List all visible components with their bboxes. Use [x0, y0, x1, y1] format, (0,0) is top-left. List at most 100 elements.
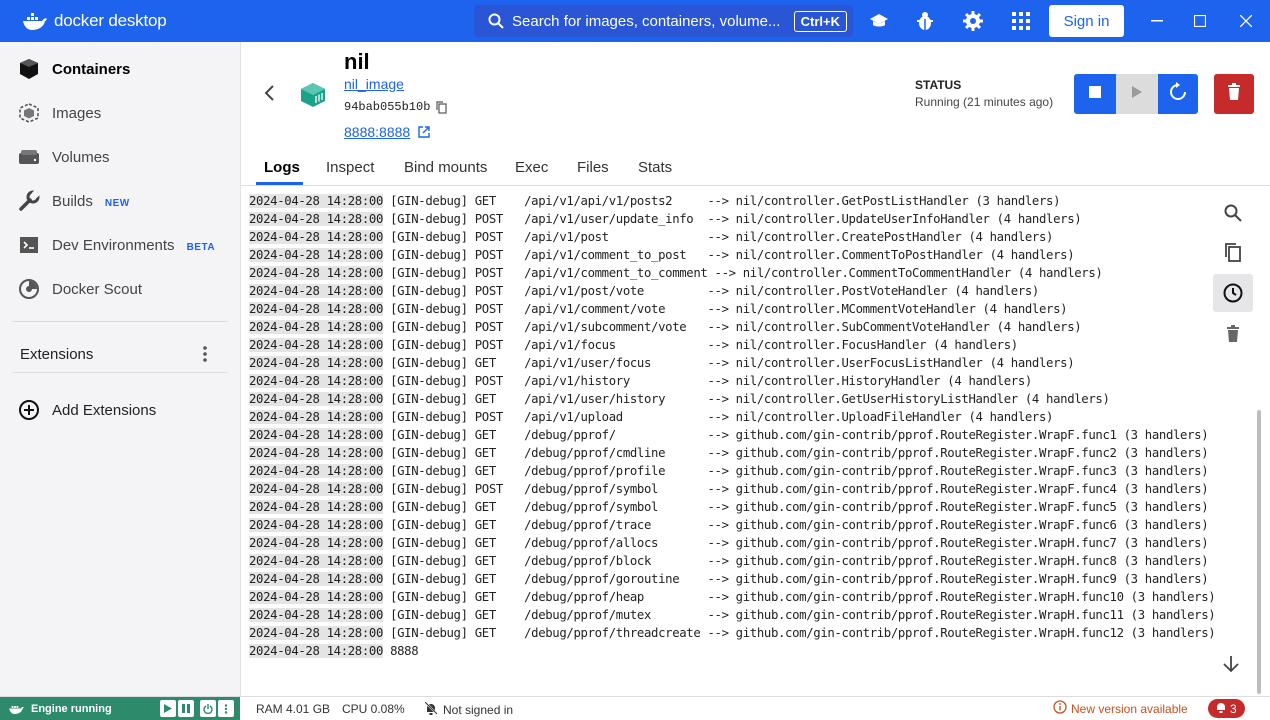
log-timestamp: 2024-04-28 14:28:00	[249, 536, 384, 550]
log-line: 2024-04-28 14:28:00 [GIN-debug] GET /api…	[249, 356, 1075, 374]
external-link-icon[interactable]	[418, 125, 430, 143]
sidebar-item-images[interactable]: Images	[0, 93, 240, 133]
engine-pause-icon[interactable]	[178, 700, 194, 717]
log-message: [GIN-debug] POST /api/v1/focus --> nil/c…	[383, 338, 1018, 352]
log-message: [GIN-debug] GET /debug/pprof/trace --> g…	[383, 518, 1209, 532]
docker-desktop-window: docker desktop Search for images, contai…	[0, 0, 1270, 720]
tab-files[interactable]: Files	[577, 159, 609, 176]
sidebar-item-docker-scout[interactable]: Docker Scout	[0, 269, 240, 309]
status-value: Running (21 minutes ago)	[915, 95, 1054, 109]
dev-environments-icon	[17, 233, 41, 257]
log-message: [GIN-debug] GET /debug/pprof/mutex --> g…	[383, 608, 1216, 622]
log-timestamp: 2024-04-28 14:28:00	[249, 230, 384, 244]
new-version-link[interactable]: New version available	[1053, 700, 1188, 717]
extensions-more-icon[interactable]	[203, 346, 207, 367]
log-line: 2024-04-28 14:28:00 [GIN-debug] POST /ap…	[249, 266, 1103, 284]
beta-badge: BETA	[186, 241, 216, 253]
start-button[interactable]	[1116, 74, 1158, 114]
clear-logs-trash-icon[interactable]	[1213, 314, 1253, 352]
log-timestamp: 2024-04-28 14:28:00	[249, 572, 384, 586]
close-icon[interactable]	[1234, 9, 1258, 33]
cpu-usage: CPU 0.08%	[342, 702, 405, 716]
sidebar-item-label: Builds NEW	[52, 193, 130, 210]
log-message: [GIN-debug] GET /debug/pprof/threadcreat…	[383, 626, 1216, 640]
tab-exec[interactable]: Exec	[515, 159, 548, 176]
container-image-link[interactable]: nil_image	[344, 76, 404, 92]
minimize-icon[interactable]	[1145, 9, 1169, 33]
copy-logs-icon[interactable]	[1213, 234, 1253, 272]
log-timestamp: 2024-04-28 14:28:00	[249, 320, 384, 334]
search-logs-icon[interactable]	[1213, 194, 1253, 232]
delete-button[interactable]	[1214, 74, 1254, 114]
log-timestamp: 2024-04-28 14:28:00	[249, 446, 384, 460]
tab-stats[interactable]: Stats	[638, 159, 672, 176]
sidebar-item-dev-environments[interactable]: Dev Environments BETA	[0, 225, 240, 265]
log-scrollbar[interactable]	[1257, 410, 1261, 694]
log-timestamp: 2024-04-28 14:28:00	[249, 284, 384, 298]
settings-gear-icon[interactable]	[961, 9, 985, 33]
back-chevron-icon[interactable]	[263, 84, 275, 107]
search-placeholder: Search for images, containers, volume...	[512, 12, 781, 30]
timestamps-clock-icon[interactable]	[1213, 274, 1253, 312]
add-circle-icon	[17, 398, 41, 422]
add-extensions-button[interactable]: Add Extensions	[0, 390, 240, 430]
log-line: 2024-04-28 14:28:00 [GIN-debug] POST /ap…	[249, 284, 1039, 302]
log-line: 2024-04-28 14:28:00 [GIN-debug] GET /deb…	[249, 536, 1209, 554]
maximize-icon[interactable]	[1188, 9, 1212, 33]
log-message: [GIN-debug] POST /api/v1/comment/vote --…	[383, 302, 1068, 316]
notification-count: 3	[1230, 701, 1237, 716]
log-timestamp: 2024-04-28 14:28:00	[249, 410, 384, 424]
restart-icon	[1168, 81, 1188, 107]
log-line: 2024-04-28 14:28:00 [GIN-debug] POST /ap…	[249, 212, 1082, 230]
troubleshoot-icon[interactable]	[913, 9, 937, 33]
extensions-title: Extensions	[20, 346, 94, 363]
copy-icon[interactable]	[436, 101, 447, 119]
sign-in-button[interactable]: Sign in	[1049, 5, 1124, 37]
log-line: 2024-04-28 14:28:00 [GIN-debug] POST /ap…	[249, 374, 1032, 392]
stop-button[interactable]	[1074, 74, 1116, 114]
sidebar-item-containers[interactable]: Containers	[0, 49, 240, 89]
sidebar-item-volumes[interactable]: Volumes	[0, 137, 240, 177]
log-line: 2024-04-28 14:28:00 [GIN-debug] GET /deb…	[249, 554, 1209, 572]
log-message: [GIN-debug] GET /debug/pprof/profile -->…	[383, 464, 1209, 478]
log-message: [GIN-debug] GET /debug/pprof/ --> github…	[383, 428, 1209, 442]
status-label: STATUS	[915, 78, 962, 92]
log-line: 2024-04-28 14:28:00 [GIN-debug] GET /deb…	[249, 428, 1209, 446]
tab-inspect[interactable]: Inspect	[326, 159, 374, 176]
engine-more-icon[interactable]	[218, 700, 234, 717]
engine-play-icon[interactable]	[160, 700, 176, 717]
log-timestamp: 2024-04-28 14:28:00	[249, 392, 384, 406]
log-line: 2024-04-28 14:28:00 [GIN-debug] GET /deb…	[249, 518, 1209, 536]
notifications-badge[interactable]: 3	[1208, 699, 1245, 718]
search-bar[interactable]: Search for images, containers, volume...…	[474, 5, 853, 37]
dev-environments-label: Dev Environments	[52, 236, 175, 254]
sidebar-item-builds[interactable]: Builds NEW	[0, 181, 240, 221]
tab-bind-mounts[interactable]: Bind mounts	[404, 159, 487, 176]
log-line: 2024-04-28 14:28:00 [GIN-debug] POST /ap…	[249, 338, 1018, 356]
container-name: nil	[344, 49, 370, 74]
builds-icon	[17, 189, 41, 213]
log-output[interactable]: 2024-04-28 14:28:00 [GIN-debug] GET /api…	[241, 186, 1257, 694]
log-message: [GIN-debug] GET /debug/pprof/cmdline -->…	[383, 446, 1209, 460]
extensions-grid-icon[interactable]	[1009, 9, 1033, 33]
learning-center-icon[interactable]	[867, 9, 891, 33]
sidebar-item-label: Docker Scout	[52, 280, 143, 298]
log-message: [GIN-debug] POST /api/v1/comment_to_comm…	[383, 266, 1103, 280]
log-message: [GIN-debug] POST /api/v1/history --> nil…	[383, 374, 1032, 388]
scroll-to-bottom-arrow-icon[interactable]	[1222, 655, 1240, 678]
new-badge: NEW	[104, 197, 130, 209]
log-message: [GIN-debug] POST /api/v1/upload --> nil/…	[383, 410, 1054, 424]
container-header: nil nil_image 94bab055b10b 8888:8888 STA…	[241, 42, 1270, 154]
log-message: [GIN-debug] GET /api/v1/user/history -->…	[383, 392, 1110, 406]
engine-power-icon[interactable]	[200, 700, 216, 717]
restart-button[interactable]	[1158, 74, 1198, 114]
log-line: 2024-04-28 14:28:00 [GIN-debug] GET /api…	[249, 392, 1110, 410]
log-message: [GIN-debug] POST /api/v1/post --> nil/co…	[383, 230, 1054, 244]
tab-logs[interactable]: Logs	[264, 159, 300, 176]
ram-usage: RAM 4.01 GB	[256, 702, 331, 716]
container-port-link[interactable]: 8888:8888	[344, 124, 410, 140]
info-circle-icon	[1053, 700, 1067, 717]
log-line: 2024-04-28 14:28:00 [GIN-debug] POST /de…	[249, 482, 1209, 500]
builds-label: Builds	[52, 192, 93, 210]
sidebar-item-label: Images	[52, 104, 102, 122]
